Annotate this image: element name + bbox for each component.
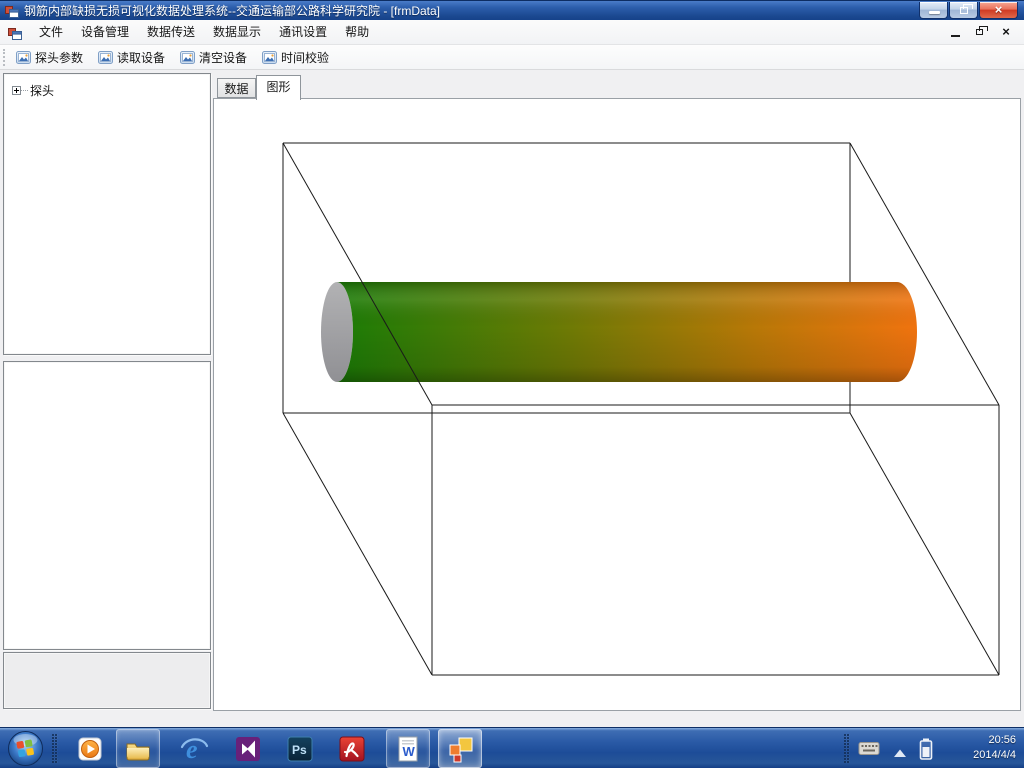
toolbar-items: 探头参数 读取设备 清空设备 时间校验 (10, 45, 338, 69)
visual-studio-icon (234, 735, 262, 763)
menu-data-display[interactable]: 数据显示 (204, 20, 270, 45)
cylinder-end-cap (321, 282, 353, 382)
mdi-window-controls: × (948, 25, 1014, 40)
svg-text:Ps: Ps (292, 743, 307, 757)
tool-bar: 探头参数 读取设备 清空设备 时间校验 (0, 45, 1024, 70)
window-title: 钢筋内部缺损无损可视化数据处理系统--交通运输部公路科学研究院 - [frmDa… (24, 1, 440, 21)
taskbar-internet-explorer[interactable]: e (172, 729, 216, 768)
menu-file[interactable]: 文件 (30, 20, 72, 45)
toolbar-label: 清空设备 (199, 49, 247, 66)
taskbar-acrobat-reader[interactable] (330, 729, 374, 768)
taskbar-grip[interactable] (52, 734, 58, 763)
tree-expand-icon[interactable] (12, 86, 21, 95)
status-panel (3, 652, 211, 709)
read-device-button[interactable]: 读取设备 (92, 46, 171, 69)
image-icon (98, 51, 113, 64)
mdi-close-button[interactable]: × (998, 25, 1014, 40)
clock-time: 20:56 (940, 733, 1016, 748)
menu-bar: 文件 设备管理 数据传送 数据显示 通讯设置 帮助 × (0, 20, 1024, 45)
taskbar-media-player[interactable] (68, 729, 112, 768)
minimize-icon (929, 11, 940, 14)
mdi-minimize-button[interactable] (948, 25, 964, 40)
tab-graph[interactable]: 图形 (256, 75, 301, 100)
clear-device-button[interactable]: 清空设备 (174, 46, 253, 69)
probe-params-button[interactable]: 探头参数 (10, 46, 89, 69)
tab-data[interactable]: 数据 (217, 78, 256, 98)
keyboard-icon (858, 740, 880, 756)
wireframe-box (283, 143, 999, 675)
menu-help[interactable]: 帮助 (336, 20, 378, 45)
acrobat-icon (338, 735, 366, 763)
tray-show-hidden[interactable] (893, 745, 907, 763)
clock-date: 2014/4/4 (940, 748, 1016, 763)
restore-icon (960, 7, 968, 14)
restore-button[interactable] (949, 2, 978, 19)
folder-icon (124, 735, 152, 763)
menu-device-management[interactable]: 设备管理 (72, 20, 138, 45)
toolbar-label: 探头参数 (35, 49, 83, 66)
close-icon: × (980, 2, 1017, 18)
taskbar-word-document[interactable]: W (386, 729, 430, 768)
tray-grip[interactable] (844, 734, 850, 763)
chevron-up-icon (893, 749, 907, 758)
internet-explorer-icon: e (179, 734, 209, 764)
mdi-restore-icon (976, 29, 983, 35)
word-document-icon: W (394, 735, 422, 763)
svg-text:W: W (403, 744, 416, 759)
3d-scene (214, 99, 1020, 710)
tray-keyboard[interactable] (858, 740, 880, 761)
detail-list-panel (3, 361, 211, 650)
menu-data-transfer[interactable]: 数据传送 (138, 20, 204, 45)
desktop-screen: 钢筋内部缺损无损可视化数据处理系统--交通运输部公路科学研究院 - [frmDa… (0, 0, 1024, 768)
box-edge-depth-bottom-right (850, 413, 999, 675)
tree-node-probe: 探头 (12, 82, 54, 99)
mdi-restore-button[interactable] (973, 25, 989, 40)
toolbar-label: 时间校验 (281, 49, 329, 66)
photoshop-icon: Ps (286, 735, 314, 763)
image-icon (262, 51, 277, 64)
probe-tree-panel: 探头 (3, 73, 211, 355)
image-icon (180, 51, 195, 64)
mdi-minimize-icon (951, 35, 960, 37)
taskbar-photoshop[interactable]: Ps (278, 729, 322, 768)
box-edge-depth-bottom-left (283, 413, 432, 675)
taskbar-data-app[interactable] (438, 729, 482, 768)
toolbar-grip[interactable] (3, 49, 6, 66)
tray-battery[interactable] (918, 737, 934, 766)
menu-items: 文件 设备管理 数据传送 数据显示 通讯设置 帮助 (30, 20, 378, 45)
start-button[interactable] (7, 730, 44, 767)
taskbar-visual-studio[interactable] (226, 729, 270, 768)
media-player-icon (76, 735, 104, 763)
windows-orb-icon (7, 730, 44, 767)
tray-clock[interactable]: 20:56 2014/4/4 (940, 733, 1016, 763)
mdi-close-icon: × (998, 24, 1014, 39)
cylinder-shading (337, 282, 917, 382)
data-app-icon (445, 734, 475, 764)
tree-connector (21, 90, 28, 91)
close-button[interactable]: × (979, 2, 1018, 19)
window-controls: × (918, 2, 1018, 19)
graph-tab-page (213, 98, 1021, 711)
tree-node-label[interactable]: 探头 (28, 82, 54, 99)
battery-icon (918, 737, 934, 761)
image-icon (16, 51, 31, 64)
time-check-button[interactable]: 时间校验 (256, 46, 335, 69)
mdi-child-icon (8, 26, 22, 45)
toolbar-label: 读取设备 (117, 49, 165, 66)
taskbar: e Ps (0, 727, 1024, 768)
taskbar-file-explorer[interactable] (116, 729, 160, 768)
title-bar: 钢筋内部缺损无损可视化数据处理系统--交通运输部公路科学研究院 - [frmDa… (0, 0, 1024, 20)
minimize-button[interactable] (919, 2, 948, 19)
menu-comm-settings[interactable]: 通讯设置 (270, 20, 336, 45)
